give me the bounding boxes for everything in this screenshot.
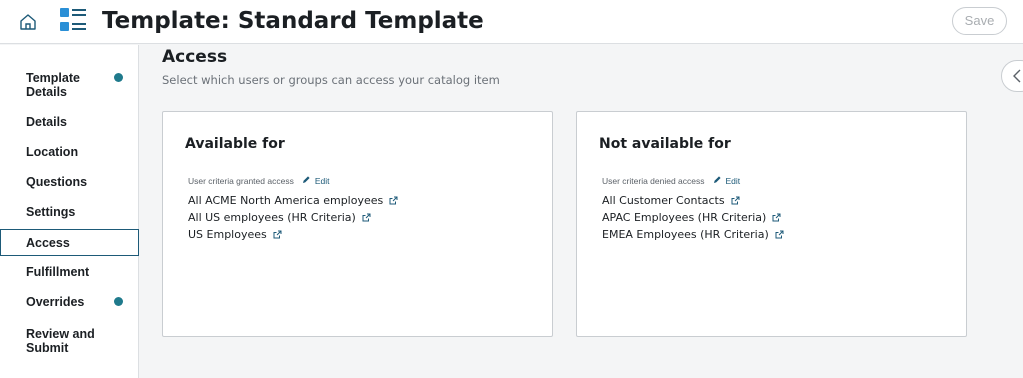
criteria-name: EMEA Employees (HR Criteria) <box>602 228 769 241</box>
sidebar-item-location[interactable]: Location <box>0 143 139 161</box>
criteria-list: All ACME North America employees All US … <box>188 192 398 243</box>
external-link-icon[interactable] <box>731 196 740 205</box>
pencil-icon <box>713 175 722 186</box>
sidebar-item-questions[interactable]: Questions <box>0 173 139 191</box>
page-title: Template: Standard Template <box>102 8 484 34</box>
criteria-name: All US employees (HR Criteria) <box>188 211 356 224</box>
home-icon[interactable] <box>14 8 42 36</box>
sidebar-item-fulfillment[interactable]: Fulfillment <box>0 263 139 281</box>
chevron-left-icon <box>1012 69 1022 88</box>
edit-button[interactable]: Edit <box>713 175 741 186</box>
criteria-list: All Customer Contacts APAC Employees (HR… <box>602 192 784 243</box>
criteria-label: User criteria denied access <box>602 175 705 186</box>
sidebar-item-review-and-submit[interactable]: Review and Submit <box>0 325 139 357</box>
external-link-icon[interactable] <box>362 213 371 222</box>
sidebar-item-label: Settings <box>26 205 76 219</box>
sidebar-item-label: Overrides <box>26 295 85 309</box>
save-button[interactable]: Save <box>952 7 1007 35</box>
external-link-icon[interactable] <box>273 230 282 239</box>
criteria-label: User criteria granted access <box>188 175 294 186</box>
criteria-name: All Customer Contacts <box>602 194 725 207</box>
card-title: Not available for <box>599 136 731 152</box>
section-subtitle: Select which users or groups can access … <box>162 73 500 87</box>
list-item: All US employees (HR Criteria) <box>188 209 398 226</box>
sidebar-item-label: Details <box>26 115 67 129</box>
status-dot <box>114 297 123 306</box>
card-title: Available for <box>185 136 285 152</box>
external-link-icon[interactable] <box>389 196 398 205</box>
edit-label: Edit <box>725 175 741 186</box>
app-header: Template: Standard Template Save <box>0 0 1023 44</box>
section-title: Access <box>162 47 228 67</box>
criteria-name: All ACME North America employees <box>188 194 384 207</box>
criteria-header: User criteria denied access Edit <box>602 175 740 186</box>
sidebar-item-label: Template Details <box>26 71 80 99</box>
list-item: All Customer Contacts <box>602 192 784 209</box>
list-item: APAC Employees (HR Criteria) <box>602 209 784 226</box>
sidebar-nav: Template Details Details Location Questi… <box>0 45 139 378</box>
external-link-icon[interactable] <box>772 213 781 222</box>
sidebar-item-label: Access <box>26 235 70 250</box>
sidebar-item-label: Questions <box>26 175 88 189</box>
list-item: All ACME North America employees <box>188 192 398 209</box>
list-item: US Employees <box>188 226 398 243</box>
sidebar-item-label: Location <box>26 145 79 159</box>
sidebar-item-label: Fulfillment <box>26 265 90 279</box>
criteria-name: APAC Employees (HR Criteria) <box>602 211 767 224</box>
sidebar-item-label: Review and Submit <box>26 327 95 355</box>
sidebar-item-details[interactable]: Details <box>0 113 139 131</box>
list-item: EMEA Employees (HR Criteria) <box>602 226 784 243</box>
sidebar-item-overrides[interactable]: Overrides <box>0 293 139 311</box>
sidebar-item-settings[interactable]: Settings <box>0 203 139 221</box>
sidebar-item-access[interactable]: Access <box>0 229 139 256</box>
pencil-icon <box>302 175 311 186</box>
not-available-for-card: Not available for User criteria denied a… <box>576 111 967 337</box>
sidebar-item-template-details[interactable]: Template Details <box>0 69 139 101</box>
edit-button[interactable]: Edit <box>302 175 330 186</box>
criteria-name: US Employees <box>188 228 267 241</box>
external-link-icon[interactable] <box>775 230 784 239</box>
criteria-header: User criteria granted access Edit <box>188 175 329 186</box>
available-for-card: Available for User criteria granted acce… <box>162 111 553 337</box>
catalog-builder-icon <box>60 8 88 34</box>
status-dot <box>114 73 123 82</box>
collapse-panel-button[interactable] <box>1001 60 1023 92</box>
edit-label: Edit <box>314 175 330 186</box>
